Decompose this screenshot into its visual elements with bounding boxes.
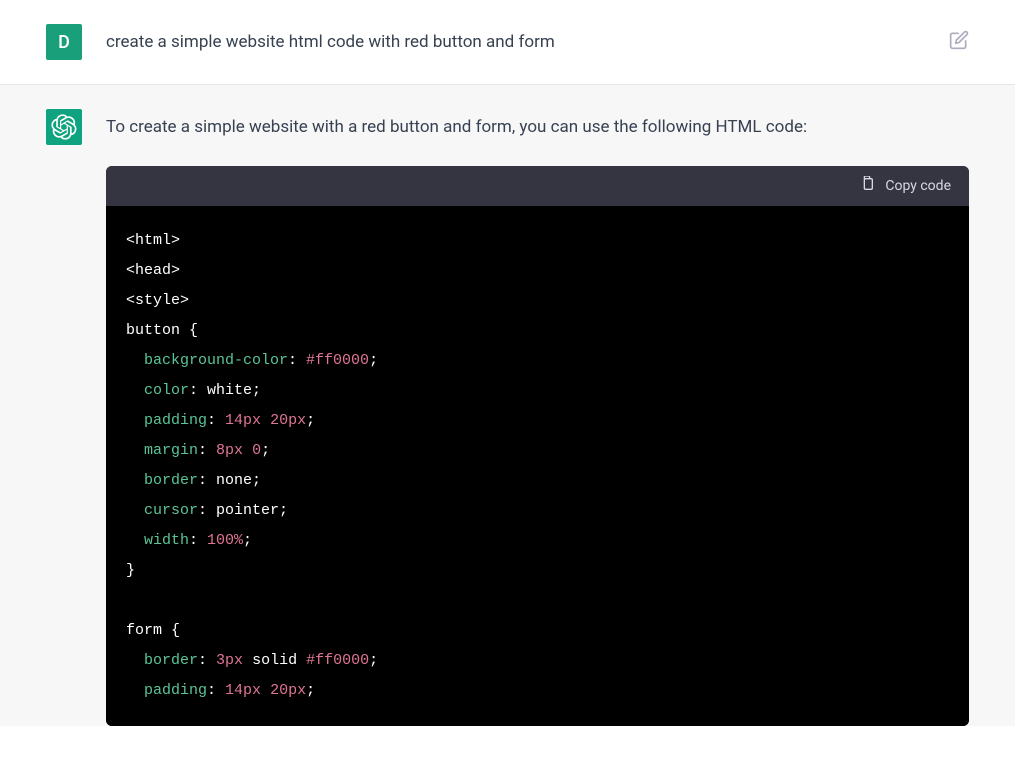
assistant-intro-text: To create a simple website with a red bu… <box>106 113 969 142</box>
code-line <box>126 586 949 616</box>
code-line: margin: 8px 0; <box>126 436 949 466</box>
user-message-actions <box>949 24 969 54</box>
user-avatar: D <box>46 24 82 60</box>
copy-code-label: Copy code <box>885 178 951 194</box>
user-message-row: D create a simple website html code with… <box>0 0 1015 85</box>
code-line: <html> <box>126 226 949 256</box>
code-line: padding: 14px 20px; <box>126 676 949 706</box>
code-line: form { <box>126 616 949 646</box>
user-message-text: create a simple website html code with r… <box>106 24 925 57</box>
code-header: Copy code <box>106 166 969 206</box>
code-body: <html> <head> <style> button { backgroun… <box>106 206 969 726</box>
code-line: border: none; <box>126 466 949 496</box>
code-line: <head> <box>126 256 949 286</box>
code-line: } <box>126 556 949 586</box>
clipboard-icon <box>859 176 875 196</box>
assistant-message-content: To create a simple website with a red bu… <box>106 109 969 726</box>
assistant-avatar <box>46 109 82 145</box>
code-line: background-color: #ff0000; <box>126 346 949 376</box>
code-line: color: white; <box>126 376 949 406</box>
code-line: <style> <box>126 286 949 316</box>
code-line: width: 100%; <box>126 526 949 556</box>
code-block: Copy code <html> <head> <style> button {… <box>106 166 969 726</box>
assistant-message-row: To create a simple website with a red bu… <box>0 85 1015 726</box>
code-line: button { <box>126 316 949 346</box>
edit-icon[interactable] <box>949 35 969 54</box>
code-line: border: 3px solid #ff0000; <box>126 646 949 676</box>
copy-code-button[interactable]: Copy code <box>859 176 951 196</box>
user-avatar-letter: D <box>58 32 70 53</box>
code-line: cursor: pointer; <box>126 496 949 526</box>
code-line: padding: 14px 20px; <box>126 406 949 436</box>
